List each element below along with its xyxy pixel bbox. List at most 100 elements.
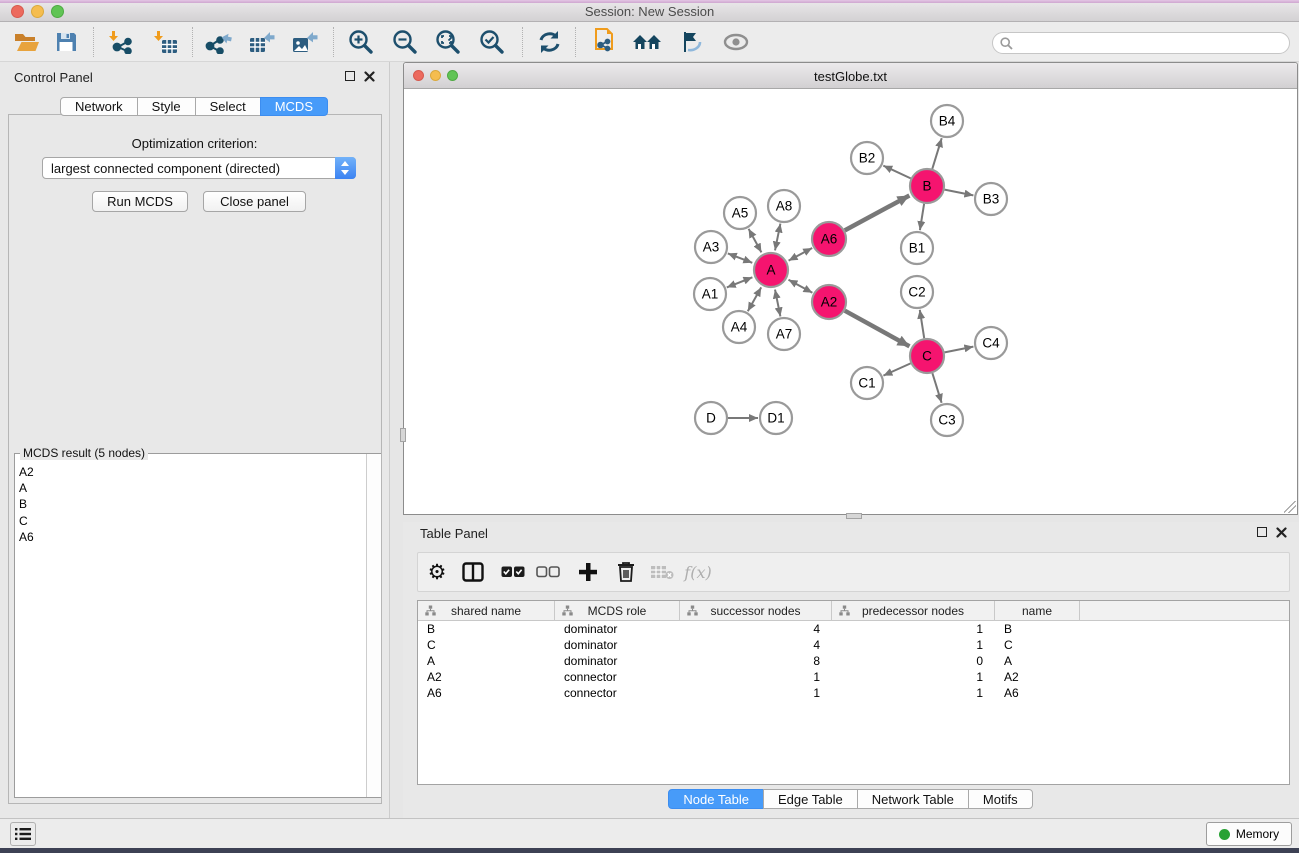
refresh-layout-icon[interactable] — [532, 26, 566, 58]
export-table-icon[interactable] — [244, 26, 278, 58]
node-B3[interactable]: B3 — [975, 183, 1007, 215]
vertical-divider-grip[interactable] — [400, 428, 406, 442]
table-cell[interactable]: 1 — [680, 685, 832, 701]
tab-edge-table[interactable]: Edge Table — [763, 789, 858, 809]
node-B2[interactable]: B2 — [851, 142, 883, 174]
tab-select[interactable]: Select — [195, 97, 261, 116]
node-C3[interactable]: C3 — [931, 404, 963, 436]
edge-B-B3[interactable] — [945, 190, 974, 196]
node-A4[interactable]: A4 — [723, 311, 755, 343]
new-network-from-selection-icon[interactable] — [588, 26, 622, 58]
table-cell[interactable]: dominator — [555, 621, 680, 637]
column-header-successor-nodes[interactable]: successor nodes — [680, 601, 832, 621]
edge-A-A6[interactable] — [789, 248, 813, 261]
window-resize-grip[interactable] — [1284, 501, 1296, 513]
node-C2[interactable]: C2 — [901, 276, 933, 308]
tab-mcds[interactable]: MCDS — [260, 97, 328, 116]
table-cell[interactable]: connector — [555, 685, 680, 701]
node-C[interactable]: C — [910, 339, 944, 373]
table-cell[interactable]: connector — [555, 669, 680, 685]
edge-A6-B[interactable] — [845, 196, 910, 231]
hide-selected-icon[interactable] — [674, 26, 708, 58]
zoom-in-icon[interactable] — [344, 26, 378, 58]
column-header-name[interactable]: name — [995, 601, 1080, 621]
table-cell[interactable]: A — [418, 653, 555, 669]
tab-motifs[interactable]: Motifs — [968, 789, 1033, 809]
search-input[interactable] — [1017, 34, 1282, 52]
table-cell[interactable]: dominator — [555, 637, 680, 653]
table-options-icon[interactable]: ⚙ — [420, 553, 454, 591]
node-A5[interactable]: A5 — [724, 197, 756, 229]
tab-style[interactable]: Style — [137, 97, 196, 116]
table-cell[interactable]: 4 — [680, 621, 832, 637]
edge-C-C2[interactable] — [920, 310, 924, 338]
column-header-predecessor-nodes[interactable]: predecessor nodes — [832, 601, 995, 621]
node-D[interactable]: D — [695, 402, 727, 434]
node-A[interactable]: A — [754, 253, 788, 287]
edge-A-A7[interactable] — [775, 290, 780, 317]
tab-network[interactable]: Network — [60, 97, 138, 116]
edge-B-B1[interactable] — [920, 204, 924, 230]
zoom-fit-icon[interactable] — [431, 26, 465, 58]
task-history-button[interactable] — [10, 822, 36, 846]
delete-table-icon[interactable] — [645, 553, 679, 591]
tab-node-table[interactable]: Node Table — [668, 789, 764, 809]
node-B[interactable]: B — [910, 169, 944, 203]
search-field[interactable] — [992, 32, 1290, 54]
memory-button[interactable]: Memory — [1206, 822, 1292, 846]
table-row[interactable]: A6connector11A6 — [418, 685, 1289, 701]
table-cell[interactable]: 0 — [832, 653, 995, 669]
column-header-shared-name[interactable]: shared name — [418, 601, 555, 621]
import-network-icon[interactable] — [104, 26, 138, 58]
node-C1[interactable]: C1 — [851, 367, 883, 399]
save-session-icon[interactable] — [49, 26, 83, 58]
table-cell[interactable]: 1 — [832, 685, 995, 701]
table-cell[interactable]: A2 — [418, 669, 555, 685]
edge-A-A4[interactable] — [748, 287, 761, 311]
table-cell[interactable]: 8 — [680, 653, 832, 669]
edge-A-A8[interactable] — [775, 224, 780, 251]
table-row[interactable]: Adominator80A — [418, 653, 1289, 669]
table-row[interactable]: Bdominator41B — [418, 621, 1289, 637]
table-row[interactable]: A2connector11A2 — [418, 669, 1289, 685]
close-panel-icon[interactable] — [364, 71, 375, 82]
show-all-icon[interactable] — [719, 26, 753, 58]
tab-network-table[interactable]: Network Table — [857, 789, 969, 809]
table-cell[interactable]: B — [995, 621, 1080, 637]
edge-C-C3[interactable] — [932, 373, 941, 403]
network-canvas[interactable]: AA1A2A3A4A5A6A7A8BB1B2B3B4CC1C2C3C4DD1 — [404, 89, 1297, 514]
edge-A2-C[interactable] — [845, 311, 910, 347]
edge-C-C1[interactable] — [883, 363, 910, 375]
node-A8[interactable]: A8 — [768, 190, 800, 222]
table-cell[interactable]: 1 — [680, 669, 832, 685]
edge-A-A5[interactable] — [749, 229, 762, 253]
edge-A-A1[interactable] — [727, 277, 753, 287]
node-A2[interactable]: A2 — [812, 285, 846, 319]
table-cell[interactable]: 4 — [680, 637, 832, 653]
table-cell[interactable]: dominator — [555, 653, 680, 669]
table-cell[interactable]: C — [418, 637, 555, 653]
float-table-panel-icon[interactable] — [1257, 527, 1267, 537]
first-neighbors-icon[interactable] — [630, 26, 664, 58]
show-columns-icon[interactable] — [456, 553, 490, 591]
node-B4[interactable]: B4 — [931, 105, 963, 137]
table-cell[interactable]: 1 — [832, 637, 995, 653]
zoom-out-icon[interactable] — [388, 26, 422, 58]
delete-columns-icon[interactable] — [609, 553, 643, 591]
table-cell[interactable]: A6 — [418, 685, 555, 701]
node-C4[interactable]: C4 — [975, 327, 1007, 359]
edge-A-A2[interactable] — [789, 280, 813, 293]
node-A6[interactable]: A6 — [812, 222, 846, 256]
zoom-selected-icon[interactable] — [475, 26, 509, 58]
table-cell[interactable]: A2 — [995, 669, 1080, 685]
table-cell[interactable]: A — [995, 653, 1080, 669]
node-B1[interactable]: B1 — [901, 232, 933, 264]
node-A7[interactable]: A7 — [768, 318, 800, 350]
column-header-mcds-role[interactable]: MCDS role — [555, 601, 680, 621]
node-A3[interactable]: A3 — [695, 231, 727, 263]
open-file-icon[interactable] — [10, 26, 44, 58]
deselect-all-columns-icon[interactable] — [531, 553, 565, 591]
table-cell[interactable]: 1 — [832, 669, 995, 685]
edge-A-A3[interactable] — [728, 253, 753, 262]
function-builder-icon[interactable]: f(x) — [681, 553, 715, 591]
